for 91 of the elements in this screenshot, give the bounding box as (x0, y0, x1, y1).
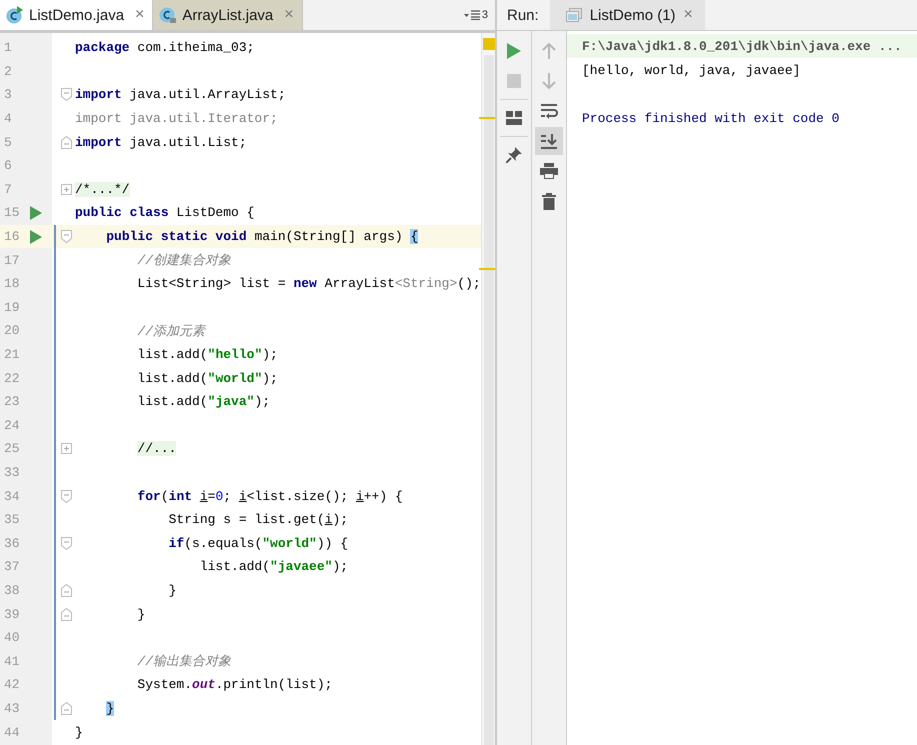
fold-icon[interactable] (61, 702, 72, 715)
file-tab[interactable]: ListDemo.java × (0, 0, 154, 30)
line-number: 40 (4, 630, 20, 646)
line-number: 18 (4, 276, 20, 292)
code-line: List<String> list = new ArrayList<String>(); (136, 276, 481, 292)
line-number: 41 (4, 654, 20, 669)
line-number: 15 (4, 205, 20, 220)
expand-icon[interactable] (61, 443, 72, 454)
trash-icon (542, 192, 556, 210)
exit-message: Process finished with exit code 0 (582, 110, 840, 126)
fold-icon[interactable] (61, 536, 72, 550)
code-line: } (168, 582, 176, 598)
code-line: list.add("javaee"); (198, 559, 348, 574)
console-icon (566, 8, 582, 22)
run-label: Run: (507, 6, 539, 24)
soft-wrap-icon (540, 103, 558, 119)
run-icon[interactable] (30, 230, 42, 244)
line-number: 4 (4, 111, 12, 126)
run-icon (507, 43, 521, 59)
fold-icon[interactable] (61, 608, 72, 621)
fold-icon[interactable] (61, 136, 72, 149)
line-number: 21 (4, 347, 20, 362)
scrollbar-track[interactable] (484, 55, 494, 745)
line-number: 6 (4, 158, 12, 174)
console-output: [hello, world, java, javaee] (582, 62, 800, 78)
tab-list-icon[interactable] (464, 10, 480, 20)
tab-count: 3 (482, 9, 488, 21)
fold-icon[interactable] (61, 490, 72, 503)
line-number: 43 (4, 700, 20, 716)
code-line: import java.util.Iterator; (75, 111, 278, 126)
code-line: if(s.equals("world")) { (168, 536, 348, 551)
pin-icon (506, 147, 522, 163)
line-number: 3 (4, 87, 12, 102)
line-number: 24 (4, 418, 20, 433)
line-number: 7 (4, 182, 12, 197)
expand-icon[interactable] (61, 184, 72, 195)
line-number: 33 (4, 464, 20, 480)
file-tab[interactable]: ArrayList.java × (153, 0, 303, 30)
line-number: 25 (4, 441, 20, 456)
warning-marker[interactable] (478, 268, 495, 270)
toolbar-button[interactable] (535, 127, 563, 155)
code-line: public class ListDemo { (75, 205, 254, 220)
arrow-up-icon (542, 43, 556, 59)
line-number: 17 (4, 252, 20, 268)
class-icon (6, 6, 24, 24)
line-number: 39 (4, 606, 20, 622)
code-line: System.out.println(list); (136, 677, 332, 692)
code-line: for(int i=0; i<list.size(); i++) { (136, 488, 403, 504)
code-line: } (136, 606, 146, 622)
line-number: 22 (4, 370, 20, 386)
code-line: public static void main(String[] args) { (105, 229, 418, 244)
line-number: 34 (4, 488, 20, 504)
fold-icon[interactable] (61, 230, 72, 244)
run-icon[interactable] (30, 206, 42, 220)
arrow-down-icon (542, 73, 556, 89)
run-tab[interactable]: ListDemo (1) × (550, 0, 705, 30)
line-number: 38 (4, 582, 20, 598)
code-line: list.add("hello"); (136, 347, 278, 362)
line-number: 19 (4, 300, 20, 315)
code-line: import java.util.List; (75, 134, 247, 150)
code-line: //添加元素 (136, 322, 206, 340)
stop-icon (507, 74, 521, 88)
code-line: //输出集合对象 (136, 653, 232, 670)
line-number: 1 (4, 40, 12, 56)
fold-icon[interactable] (61, 88, 72, 102)
close-icon[interactable]: × (135, 6, 144, 24)
command-line: F:\Java\jdk1.8.0_201\jdk\bin\java.exe ... (582, 38, 902, 54)
line-number: 5 (4, 134, 12, 150)
line-number: 35 (4, 512, 20, 528)
line-number: 36 (4, 536, 20, 551)
line-number: 44 (4, 724, 20, 740)
code-line: import java.util.ArrayList; (75, 87, 286, 102)
layout-icon (506, 111, 522, 125)
line-number: 20 (4, 323, 20, 338)
code-line: list.add("java"); (136, 394, 270, 410)
line-number: 2 (4, 64, 12, 79)
line-number: 16 (4, 229, 20, 244)
code-line: package com.itheima_03; (75, 40, 254, 56)
line-number: 23 (4, 394, 20, 410)
line-number: 37 (4, 559, 20, 574)
inspection-status-icon[interactable] (482, 38, 495, 50)
warning-marker[interactable] (478, 117, 495, 119)
line-number: 42 (4, 677, 20, 692)
code-line: //创建集合对象 (136, 252, 232, 270)
code-line: String s = list.get(i); (168, 512, 348, 528)
code-line: } (75, 724, 83, 740)
scroll-to-end-icon (540, 133, 558, 149)
code-line: list.add("world"); (136, 370, 278, 386)
fold-icon[interactable] (61, 584, 72, 597)
printer-icon (540, 163, 558, 179)
class-icon (159, 6, 178, 24)
